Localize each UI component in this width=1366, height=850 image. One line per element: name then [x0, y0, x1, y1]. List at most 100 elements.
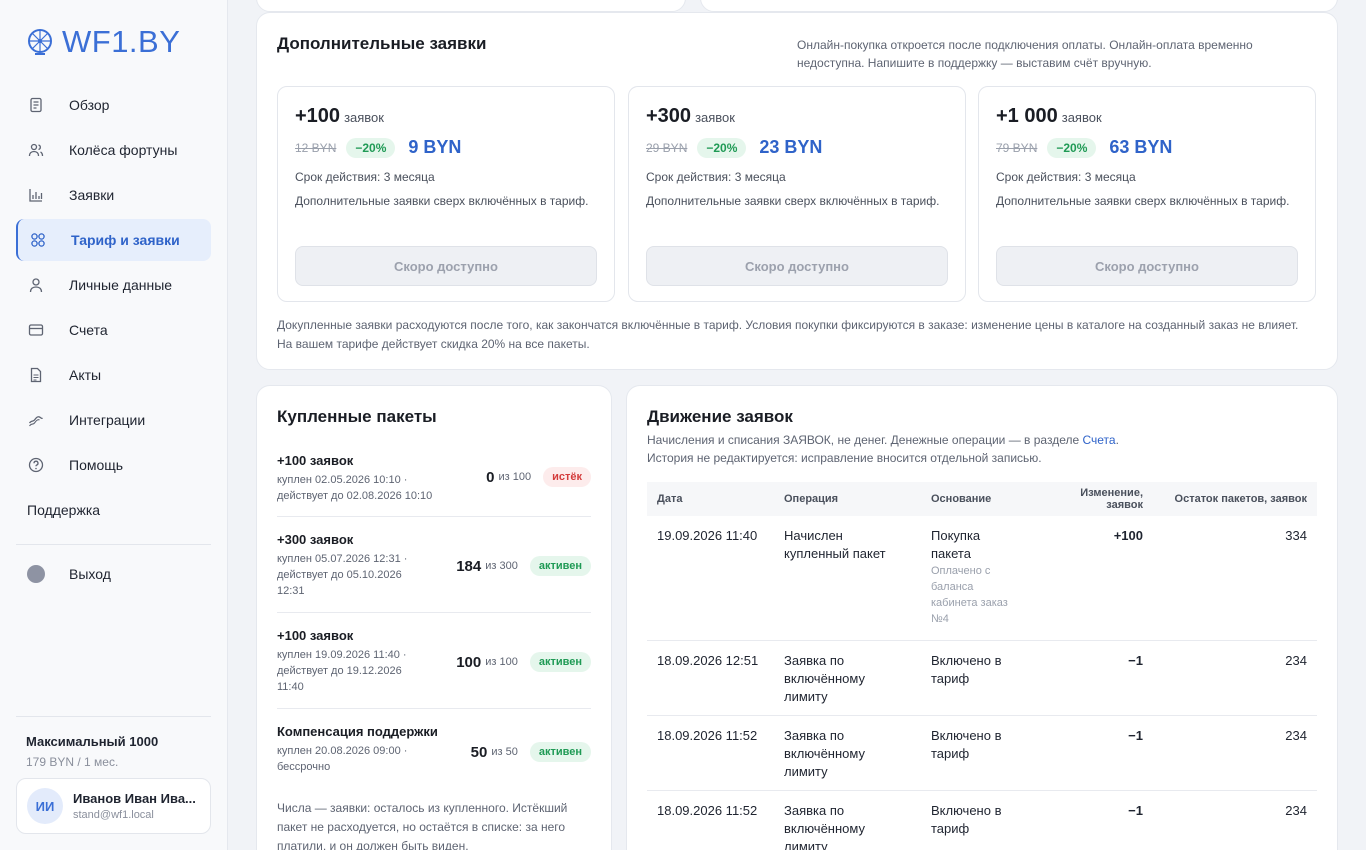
- cell-change: +100: [1031, 516, 1153, 641]
- nav-item-personal[interactable]: Личные данные: [16, 264, 211, 306]
- desc-text: .: [1115, 433, 1119, 447]
- grid-icon: [29, 231, 47, 249]
- nav-label: Колёса фортуны: [69, 142, 178, 158]
- nav-item-acts[interactable]: Акты: [16, 354, 211, 396]
- exit-icon: [27, 565, 45, 583]
- help-icon: [27, 456, 45, 474]
- nav-item-support[interactable]: Поддержка: [16, 489, 211, 531]
- table-row: 19.09.2026 11:40 Начислен купленный паке…: [647, 516, 1317, 641]
- new-price: 63 BYN: [1109, 137, 1173, 157]
- nav-item-invoices[interactable]: Счета: [16, 309, 211, 351]
- invoices-link[interactable]: Счета: [1083, 433, 1116, 447]
- bp-remain: 100: [456, 653, 482, 671]
- table-header: Дата Операция Основание Изменение, заяво…: [647, 482, 1317, 516]
- desc-text: История не редактируется: исправление вн…: [647, 451, 1042, 465]
- package-count: +1 000: [996, 105, 1058, 127]
- bp-sub: куплен 20.08.2026 09:00 · бессрочно: [277, 745, 408, 773]
- nav-item-wheels[interactable]: Колёса фортуны: [16, 129, 211, 171]
- nav-item-tariff[interactable]: Тариф и заявки: [16, 219, 211, 261]
- validity: Срок действия: 3 месяца: [646, 170, 786, 184]
- list-item: +100 заявок куплен 19.09.2026 11:40 · де…: [277, 628, 591, 709]
- bp-sub: куплен 02.05.2026 10:10 · действует до 0…: [277, 474, 433, 502]
- bp-title: Компенсация поддержки: [277, 724, 438, 739]
- soon-button[interactable]: Скоро доступно: [295, 246, 597, 286]
- status-badge: активен: [529, 742, 591, 762]
- soon-button[interactable]: Скоро доступно: [646, 246, 948, 286]
- bp-title: +100 заявок: [277, 628, 354, 643]
- table-row: 18.09.2026 12:51 Заявка по включённому л…: [647, 640, 1317, 716]
- col-date: Дата: [647, 482, 774, 516]
- cell-basis: Покупка пакета Оплачено с баланса кабинет…: [921, 516, 1031, 641]
- user-icon: [27, 276, 45, 294]
- cell-operation: Заявка по включённому лимиту: [774, 790, 921, 850]
- card-stub: [256, 0, 686, 12]
- wheel-logo-icon: [28, 29, 52, 55]
- bp-of: из 100: [498, 471, 532, 483]
- package-card: +300 заявок 29 BYN −20% 23 BYN Срок действи…: [628, 86, 966, 302]
- old-price: 79 BYN: [996, 140, 1038, 155]
- nav-label: Помощь: [69, 457, 124, 473]
- bp-remain: 0: [486, 468, 495, 486]
- bp-of: из 300: [485, 560, 518, 572]
- col-change: Изменение, заявок: [1031, 482, 1153, 516]
- new-price: 23 BYN: [759, 137, 823, 157]
- link-icon: [27, 411, 45, 429]
- sidebar: WF1.BY Обзор Колёса фортуны Заявки Тариф…: [0, 0, 228, 850]
- nav-label: Поддержка: [27, 502, 101, 518]
- movement-table: Дата Операция Основание Изменение, заяво…: [647, 482, 1317, 850]
- package-desc: Дополнительные заявки сверх включённых в…: [646, 194, 940, 208]
- cell-rest: 334: [1153, 516, 1317, 641]
- discount-badge: −20%: [1047, 137, 1097, 158]
- cell-change: −1: [1031, 790, 1153, 850]
- current-plan: Максимальный 1000 179 BYN / 1 мес.: [26, 734, 158, 769]
- brand-name: WF1.BY: [62, 24, 181, 59]
- status-badge: активен: [529, 556, 591, 576]
- plan-divider: [16, 716, 211, 717]
- discount-badge: −20%: [346, 137, 396, 158]
- extra-footer: Докупленные заявки расходуются после тог…: [277, 318, 1299, 351]
- list-item: +300 заявок куплен 05.07.2026 12:31 · де…: [277, 532, 591, 613]
- cell-date: 18.09.2026 12:51: [647, 640, 774, 716]
- status-badge: активен: [529, 652, 591, 672]
- document-icon: [27, 96, 45, 114]
- nav-divider: [16, 544, 211, 545]
- logo[interactable]: WF1.BY: [26, 24, 180, 60]
- nav-item-help[interactable]: Помощь: [16, 444, 211, 486]
- nav-label: Обзор: [69, 97, 110, 113]
- cell-date: 18.09.2026 11:52: [647, 790, 774, 850]
- cell-basis: Включено в тариф: [921, 715, 1031, 791]
- bought-title: Купленные пакеты: [277, 407, 437, 426]
- file-icon: [27, 366, 45, 384]
- nav-item-requests[interactable]: Заявки: [16, 174, 211, 216]
- cell-rest: 234: [1153, 640, 1317, 716]
- cell-change: −1: [1031, 640, 1153, 716]
- bp-title: +100 заявок: [277, 453, 354, 468]
- list-item: Компенсация поддержки куплен 20.08.2026 …: [277, 724, 591, 788]
- cell-rest: 234: [1153, 790, 1317, 850]
- new-price: 9 BYN: [408, 137, 462, 157]
- package-count: +300: [646, 105, 692, 127]
- soon-button[interactable]: Скоро доступно: [996, 246, 1298, 286]
- exit-button[interactable]: Выход: [27, 565, 111, 583]
- old-price: 29 BYN: [646, 140, 688, 155]
- user-email: stand@wf1.local: [73, 809, 154, 821]
- package-card: +1 000 заявок 79 BYN −20% 63 BYN Срок дейст…: [978, 86, 1316, 302]
- nav-label: Заявки: [69, 187, 115, 203]
- user-card[interactable]: ИИ Иванов Иван Ива... stand@wf1.local: [16, 778, 211, 834]
- col-operation: Операция: [774, 482, 921, 516]
- package-card: +100 заявок 12 BYN −20% 9 BYN Срок действия…: [277, 86, 615, 302]
- desc-text: Начисления и списания ЗАЯВОК, не денег. …: [647, 433, 1083, 447]
- nav-item-integrations[interactable]: Интеграции: [16, 399, 211, 441]
- bp-remain: 50: [470, 743, 488, 761]
- cell-rest: 234: [1153, 715, 1317, 791]
- table-row: 18.09.2026 11:52 Заявка по включённому л…: [647, 790, 1317, 850]
- main-nav: Обзор Колёса фортуны Заявки Тариф и заяв…: [16, 84, 211, 534]
- nav-label: Интеграции: [69, 412, 146, 428]
- nav-label: Личные данные: [69, 277, 173, 293]
- package-desc: Дополнительные заявки сверх включённых в…: [295, 194, 589, 208]
- discount-badge: −20%: [697, 137, 747, 158]
- movement-card: Движение заявок Начисления и списания ЗА…: [626, 385, 1338, 850]
- nav-item-overview[interactable]: Обзор: [16, 84, 211, 126]
- payment-notice: Онлайн-покупка откроется после подключен…: [797, 38, 1253, 70]
- user-name: Иванов Иван Ива...: [73, 791, 196, 806]
